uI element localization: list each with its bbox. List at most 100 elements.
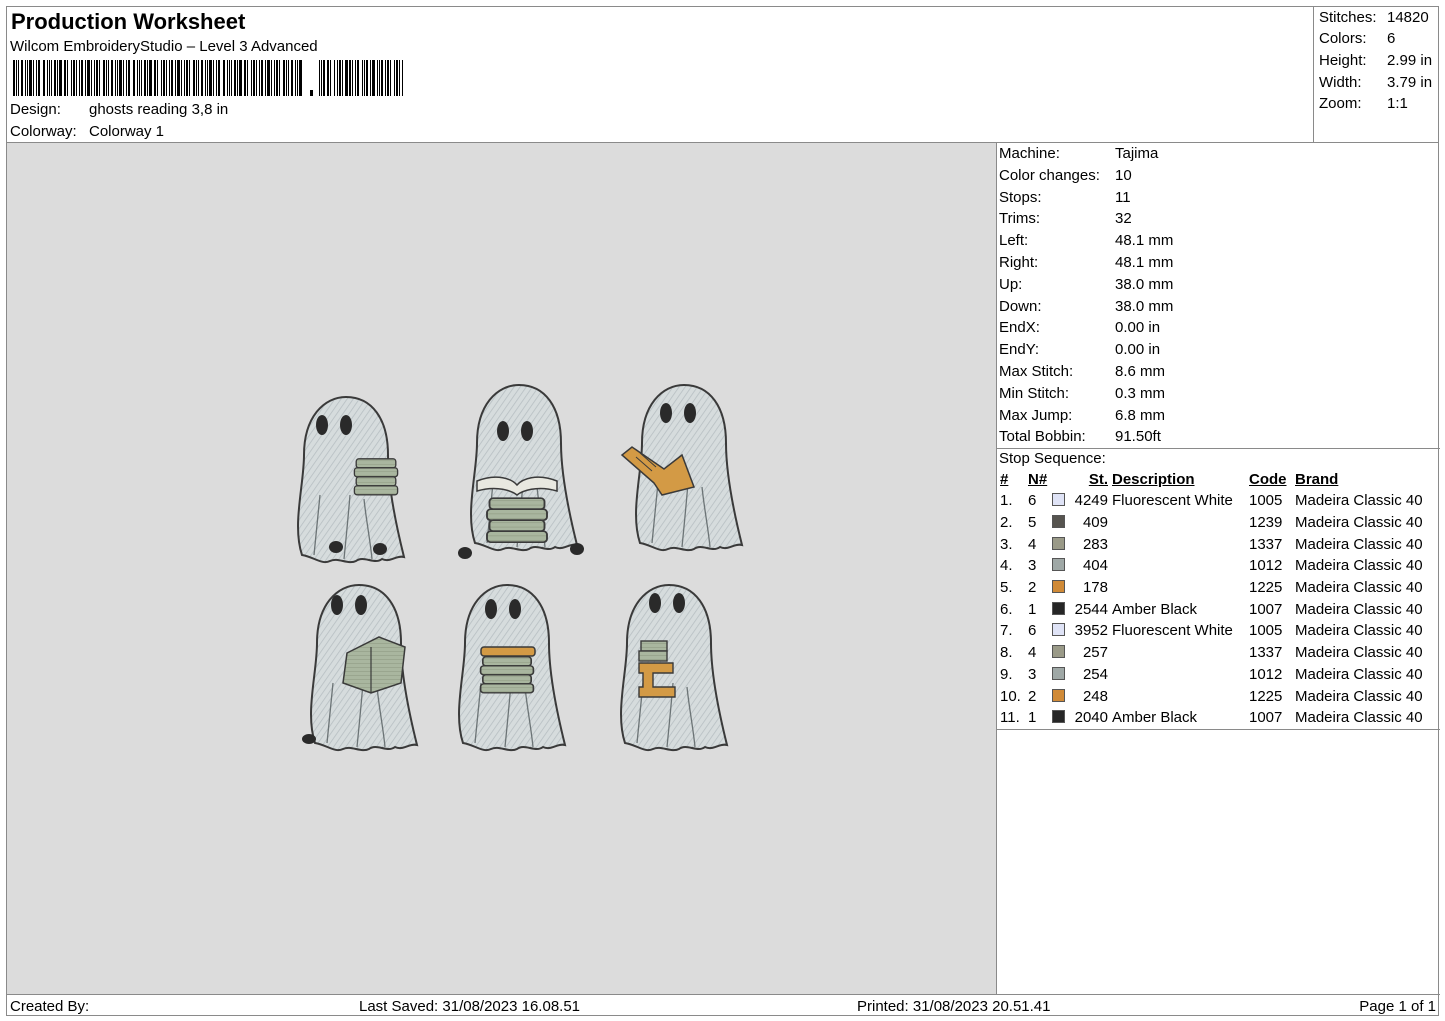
row-stitches: 178 [1082, 579, 1108, 597]
barcode [13, 60, 403, 96]
stat-label: Colors: [1319, 30, 1367, 47]
table-row: 8. 4 257 1337 Madeira Classic 40 [998, 642, 1435, 664]
row-code: 1005 [1249, 622, 1283, 640]
info-value: 38.0 mm [1115, 275, 1174, 293]
row-index: 9. [1000, 665, 1013, 683]
row-brand: Madeira Classic 40 [1295, 492, 1423, 510]
row-stitches: 2544 [1074, 600, 1108, 618]
row-needle: 4 [1028, 535, 1037, 553]
row-index: 5. [1000, 579, 1013, 597]
row-swatch [1052, 577, 1070, 599]
row-swatch [1052, 490, 1070, 512]
row-needle: 1 [1028, 600, 1037, 618]
info-label: Left: [999, 232, 1029, 250]
col-swatch [1052, 468, 1070, 490]
table-row: 11. 1 2040 Amber Black 1007 Madeira Classic 4… [998, 707, 1435, 729]
row-stitches: 3952 [1074, 622, 1108, 640]
worksheet-footer: Created By: Last Saved: 31/08/2023 16.08… [7, 994, 1440, 1016]
row-swatch [1052, 664, 1070, 686]
row-description [1112, 577, 1249, 599]
color-swatch [1052, 688, 1065, 702]
machine-info-row: Max Stitch: 8.6 mm [999, 363, 1165, 380]
row-description: Fluorescent White [1112, 622, 1233, 640]
row-needle: 6 [1028, 622, 1037, 640]
machine-info-row: Right: 48.1 mm [999, 254, 1173, 271]
row-brand: Madeira Classic 40 [1295, 622, 1423, 640]
info-label: Trims: [999, 210, 1041, 228]
ghost-5 [458, 584, 566, 752]
embroidery-design [297, 384, 743, 752]
worksheet-frame: Production Worksheet Wilcom EmbroiderySt… [6, 6, 1440, 1016]
page-title: Production Worksheet [11, 9, 246, 34]
table-row: 6. 1 2544 Amber Black 1007 Madeira Classic 40 [998, 598, 1435, 620]
row-swatch [1052, 642, 1070, 664]
stop-sequence-table: # N# St. Description Code Brand 1. 6 4249 F… [998, 468, 1435, 729]
color-swatch [1052, 493, 1065, 507]
machine-info-row: EndY: 0.00 in [999, 341, 1160, 358]
row-needle: 3 [1028, 665, 1037, 683]
design-row: Design: ghosts reading 3,8 in [10, 101, 228, 118]
col-index: # [1000, 470, 1009, 488]
row-brand: Madeira Classic 40 [1295, 665, 1423, 683]
machine-info-row: Left: 48.1 mm [999, 232, 1173, 250]
row-swatch [1052, 685, 1070, 707]
row-index: 2. [1000, 514, 1013, 532]
last-saved: Last Saved: 31/08/2023 16.08.51 [359, 998, 581, 1015]
row-code: 1007 [1249, 709, 1283, 727]
color-swatch [1052, 666, 1065, 680]
row-description [1112, 555, 1249, 577]
design-value: ghosts reading 3,8 in [89, 101, 229, 118]
stop-sequence-label: Stop Sequence: [999, 450, 1106, 467]
info-value: 38.0 mm [1115, 297, 1174, 315]
machine-info-row: Max Jump: 6.8 mm [999, 407, 1165, 424]
info-label: Color changes: [999, 166, 1100, 184]
row-brand: Madeira Classic 40 [1295, 709, 1423, 727]
stat-value: 2.99 in [1387, 52, 1433, 69]
info-label: EndX: [999, 319, 1040, 337]
machine-info-row: EndX: 0.00 in [999, 319, 1160, 337]
row-index: 11. [1000, 709, 1020, 727]
col-description: Description [1112, 470, 1195, 488]
row-swatch [1052, 620, 1070, 642]
info-value: 91.50ft [1115, 428, 1161, 446]
software-name: Wilcom EmbroideryStudio – Level 3 Advanc… [10, 38, 318, 55]
row-brand: Madeira Classic 40 [1295, 535, 1423, 553]
row-swatch [1052, 555, 1070, 577]
table-row: 9. 3 254 1012 Madeira Classic 40 [998, 664, 1435, 686]
color-swatch [1052, 710, 1065, 724]
row-needle: 4 [1028, 644, 1037, 662]
row-stitches: 4249 [1074, 492, 1108, 510]
row-stitches: 404 [1082, 557, 1108, 575]
ghost-3 [620, 384, 743, 552]
color-swatch [1052, 515, 1065, 529]
color-swatch [1052, 536, 1065, 550]
col-needle: N# [1028, 470, 1048, 488]
row-stitches: 2040 [1074, 709, 1108, 727]
row-swatch [1052, 533, 1070, 555]
info-label: Machine: [999, 145, 1060, 162]
row-code: 1337 [1249, 535, 1283, 553]
table-row: 5. 2 178 1225 Madeira Classic 40 [998, 577, 1435, 599]
row-code: 1012 [1249, 665, 1283, 683]
row-stitches: 254 [1082, 665, 1108, 683]
row-code: 1012 [1249, 557, 1283, 575]
stat-value: 1:1 [1387, 95, 1408, 112]
info-label: Min Stitch: [999, 384, 1070, 402]
design-preview [7, 143, 997, 994]
info-value: Tajima [1115, 145, 1159, 162]
row-code: 1005 [1249, 492, 1283, 510]
row-swatch [1052, 512, 1070, 534]
design-label: Design: [10, 101, 61, 118]
ghost-2 [458, 384, 584, 559]
row-description [1112, 642, 1249, 664]
row-index: 1. [1000, 492, 1013, 510]
color-swatch [1052, 645, 1065, 659]
machine-info-row: Color changes: 10 [999, 166, 1132, 184]
info-value: 6.8 mm [1115, 406, 1166, 424]
machine-info-row: Min Stitch: 0.3 mm [999, 384, 1165, 402]
machine-info-row: Up: 38.0 mm [999, 276, 1173, 293]
info-value: 32 [1115, 210, 1132, 228]
row-description [1112, 512, 1249, 534]
info-value: 0.00 in [1115, 341, 1161, 359]
color-swatch [1052, 558, 1065, 572]
